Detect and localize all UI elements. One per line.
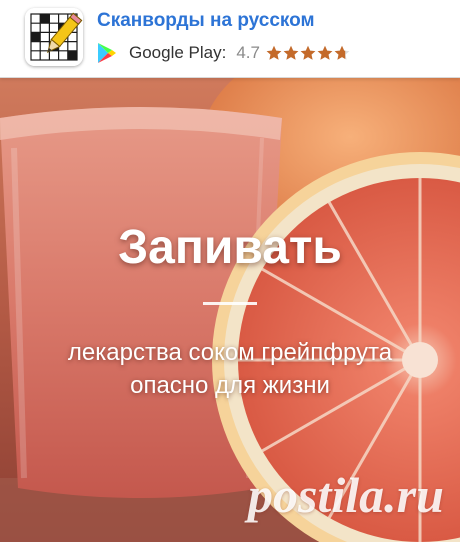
site-watermark: postila.ru (248, 467, 444, 523)
star-icon (266, 45, 282, 60)
title-divider (203, 302, 257, 305)
store-name: Google Play: (129, 43, 227, 62)
star-icon (317, 45, 333, 60)
crossword-pencil-icon[interactable] (25, 8, 83, 66)
app-ad-banner[interactable]: Сканворды на русском Google Play: 4.7 (0, 0, 460, 78)
rating-value: 4.7 (236, 43, 260, 62)
post-headline: Запивать (118, 221, 342, 274)
star-icon (300, 45, 316, 60)
star-icon (283, 45, 299, 60)
app-title[interactable]: Сканворды на русском (97, 10, 315, 32)
google-play-icon (98, 43, 116, 63)
star-rating (266, 45, 351, 61)
store-rating-row: Google Play: 4.7 (97, 40, 351, 66)
star-icon (334, 45, 350, 60)
post-subtitle: лекарства соком грейпфрута опасно для жи… (67, 339, 393, 399)
post-image: Запивать лекарства соком грейпфрута опас… (0, 78, 460, 542)
page: Сканворды на русском Google Play: 4.7 За… (0, 0, 460, 542)
